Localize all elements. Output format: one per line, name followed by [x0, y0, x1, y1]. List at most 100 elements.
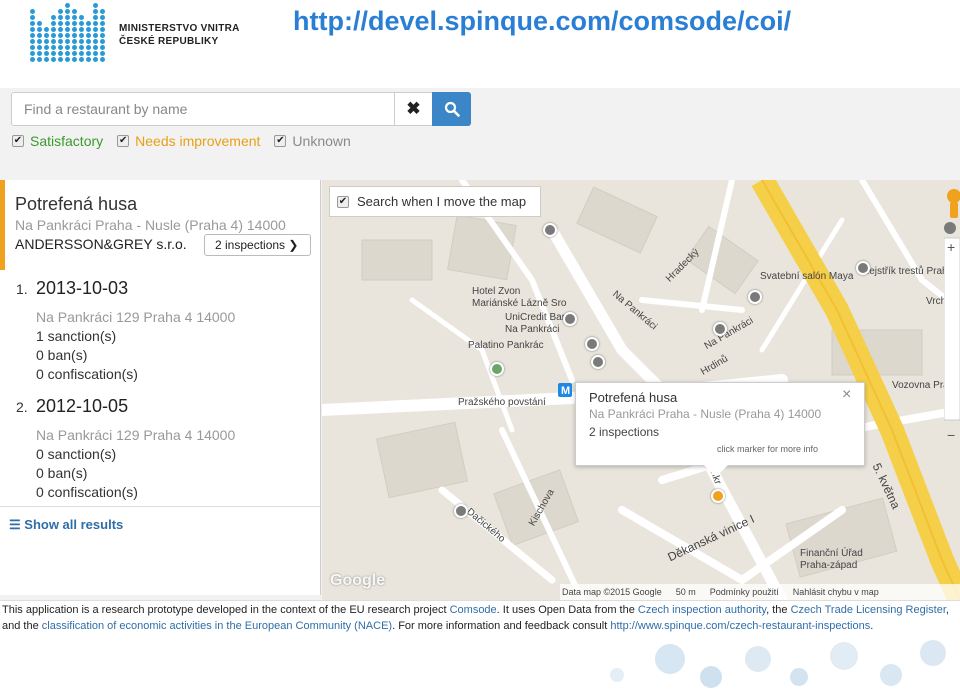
decorative-circle: [830, 642, 858, 670]
logo-dot: [44, 33, 49, 38]
close-icon: ✖: [406, 99, 421, 118]
restaurant-marker-unknown[interactable]: [563, 312, 577, 326]
logo-dot: [79, 33, 84, 38]
restaurant-name[interactable]: Potrefená husa: [15, 194, 137, 215]
logo-dot: [58, 33, 63, 38]
show-all-results-link[interactable]: ☰ Show all results: [0, 506, 320, 544]
logo-dot: [58, 39, 63, 44]
inspection-number: 2.: [16, 399, 28, 415]
inspection-authority-link[interactable]: Czech inspection authority: [638, 604, 766, 616]
terms-link[interactable]: Podmínky použití: [710, 587, 779, 597]
logo-dot: [30, 39, 35, 44]
logo-dot: [86, 45, 91, 50]
restaurant-marker-unknown[interactable]: [591, 355, 605, 369]
slide-url[interactable]: http://devel.spinque.com/comsode/coi/: [293, 6, 791, 37]
restaurant-marker-unknown[interactable]: [543, 223, 557, 237]
checkbox-unknown[interactable]: ✔: [274, 135, 287, 147]
show-all-label: Show all results: [24, 517, 124, 532]
inspection-bans: 0 ban(s): [36, 465, 88, 481]
logo-dot: [37, 51, 42, 56]
logo-dot: [30, 45, 35, 50]
status-accent-bar: [0, 180, 5, 270]
inspection-item: 2. 2012-10-05 Na Pankráci 129 Praha 4 140…: [16, 396, 235, 500]
search-button[interactable]: [432, 92, 471, 126]
report-error-link[interactable]: Nahlásit chybu v map: [793, 587, 879, 597]
filter-unknown[interactable]: ✔ Unknown: [274, 133, 351, 149]
search-when-move-control[interactable]: ✔ Search when I move the map: [329, 186, 541, 217]
search-input[interactable]: [12, 93, 394, 125]
map-view[interactable]: M ✔ Search when I move the map Hotel Zvo…: [322, 180, 960, 600]
logo-dot: [37, 45, 42, 50]
logo-dot: [30, 51, 35, 56]
restaurant-marker-unknown[interactable]: [454, 504, 468, 518]
comsode-link[interactable]: Comsode: [450, 604, 497, 616]
logo-dot: [93, 45, 98, 50]
logo-dot: [37, 57, 42, 62]
checkbox-satisfactory[interactable]: ✔: [12, 135, 24, 147]
restaurant-marker-needs-improvement[interactable]: [711, 489, 725, 503]
logo-dot: [79, 45, 84, 50]
restaurant-marker-unknown[interactable]: [856, 261, 870, 275]
logo-dot: [37, 33, 42, 38]
footer-text: This application is a research prototype…: [2, 604, 450, 616]
logo-dot: [51, 33, 56, 38]
logo-dot: [93, 15, 98, 20]
restaurant-marker-unknown[interactable]: [748, 290, 762, 304]
clear-button[interactable]: ✖: [394, 93, 432, 125]
restaurant-owner: ANDERSSON&GREY s.r.o.: [15, 236, 187, 252]
logo-dot: [86, 57, 91, 62]
checkbox-move-search[interactable]: ✔: [337, 195, 349, 208]
logo-text-line2: ČESKÉ REPUBLIKY: [119, 36, 219, 47]
logo-dot: [86, 21, 91, 26]
inspections-dropdown-button[interactable]: 2 inspections ❯: [204, 234, 311, 256]
info-popup[interactable]: Potrefená husa Na Pankráci Praha - Nusle…: [575, 382, 865, 477]
restaurant-marker-unknown[interactable]: [713, 322, 727, 336]
poi-label: Pražského povstání: [458, 397, 546, 408]
zoom-control[interactable]: + −: [944, 182, 960, 447]
filter-satisfactory[interactable]: ✔ Satisfactory: [12, 133, 103, 149]
ministry-logo-text: MINISTERSTVO VNITRA ČESKÉ REPUBLIKY: [119, 22, 240, 48]
logo-dot: [51, 45, 56, 50]
popup-title[interactable]: Potrefená husa: [589, 390, 677, 405]
poi-label: Vozovna Pra: [892, 380, 949, 391]
restaurant-marker-unknown[interactable]: [585, 337, 599, 351]
logo-dot: [65, 45, 70, 50]
logo-dot: [65, 21, 70, 26]
checkbox-needs-improvement[interactable]: ✔: [117, 135, 130, 147]
logo-dot: [51, 21, 56, 26]
nace-link[interactable]: classification of economic activities in…: [42, 620, 392, 632]
results-panel: Potrefená husa Na Pankráci Praha - Nusle…: [0, 180, 321, 595]
poi-label: UniCredit Bank Na Pankráci: [505, 312, 573, 335]
filter-label-unknown: Unknown: [292, 133, 351, 149]
logo-dot: [72, 57, 77, 62]
logo-dot: [100, 33, 105, 38]
spinque-link[interactable]: http://www.spinque.com/czech-restaurant-…: [610, 620, 870, 632]
logo-dot: [58, 15, 63, 20]
footer-text: , the: [766, 604, 791, 616]
logo-dot: [93, 33, 98, 38]
restaurant-marker-satisfactory[interactable]: [490, 362, 504, 376]
logo-dot: [30, 15, 35, 20]
logo-dot: [30, 57, 35, 62]
decorative-circle: [790, 668, 808, 686]
logo-dot: [86, 27, 91, 32]
inspection-confiscations: 0 confiscation(s): [36, 366, 138, 382]
trade-register-link[interactable]: Czech Trade Licensing Register: [791, 604, 946, 616]
move-search-label: Search when I move the map: [357, 194, 527, 209]
logo-dot: [100, 51, 105, 56]
logo-dot: [79, 15, 84, 20]
logo-dot: [100, 57, 105, 62]
logo-dot: [65, 33, 70, 38]
logo-dot: [86, 39, 91, 44]
logo-dot: [72, 21, 77, 26]
logo-dot: [51, 39, 56, 44]
logo-dot: [44, 57, 49, 62]
inspection-address: Na Pankráci 129 Praha 4 14000: [36, 427, 236, 443]
close-icon[interactable]: ×: [842, 386, 851, 404]
logo-dot: [72, 27, 77, 32]
logo-dot: [79, 21, 84, 26]
poi-label: Svatební salón Maya: [760, 271, 854, 282]
logo-dot: [86, 33, 91, 38]
logo-dot: [72, 39, 77, 44]
filter-needs-improvement[interactable]: ✔ Needs improvement: [117, 133, 260, 149]
